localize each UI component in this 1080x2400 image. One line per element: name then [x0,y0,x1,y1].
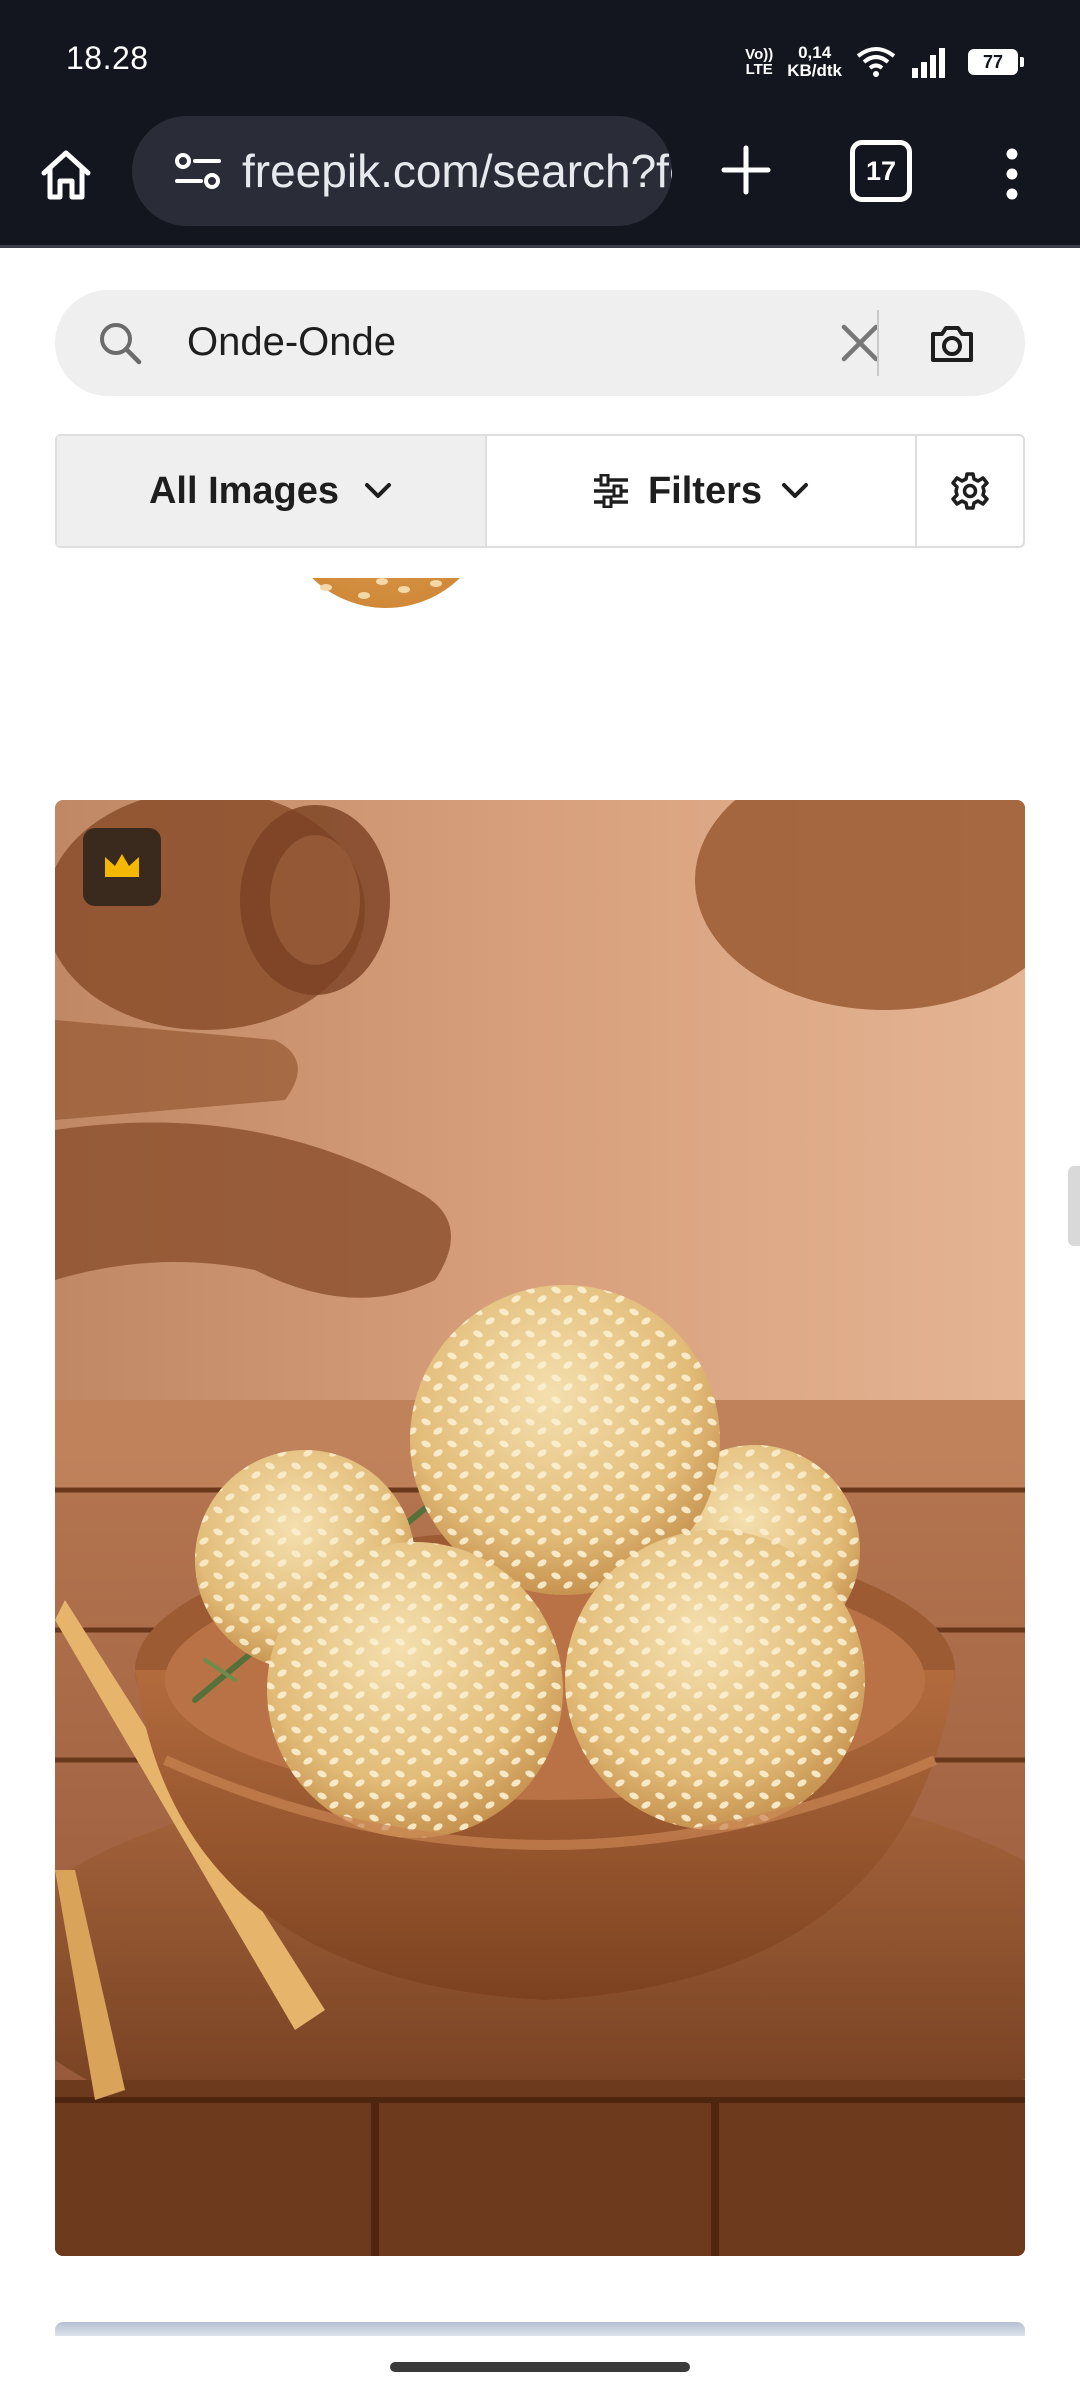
home-icon [41,150,91,200]
premium-badge [83,828,161,906]
tabs-icon[interactable]: 17 [850,140,912,202]
status-bar: 18.28 Vo)) LTE 0,14 KB/dtk 77 [0,0,1080,116]
browser-toolbar: freepik.com/search?fc 17 [0,116,1080,248]
network-speed-value: 0,14 [798,43,832,62]
chevron-down-icon [365,483,392,498]
more-vert-icon[interactable] [990,138,1034,210]
chevron-down-icon [782,483,809,498]
home-button[interactable] [30,138,102,210]
content-type-label: All Images [148,469,340,512]
wifi-icon [856,47,896,77]
lte-label: LTE [745,61,773,78]
next-result-image[interactable] [55,2322,1025,2336]
volte-label: Vo)) [745,46,774,63]
result-image-card[interactable] [55,800,1025,2256]
scrollbar-handle[interactable] [1068,1166,1080,1246]
plus-icon [721,145,771,195]
gear-icon [951,472,989,510]
content-type-dropdown[interactable]: All Images [57,436,487,546]
filters-button[interactable]: Filters [487,436,917,546]
camera-icon[interactable] [927,318,977,368]
previous-result-image[interactable] [280,578,492,608]
sliders-icon [593,474,628,508]
address-bar[interactable]: freepik.com/search?fc [132,116,672,226]
gesture-navigation-bar[interactable] [390,2362,690,2372]
search-icon [100,323,142,365]
settings-button[interactable] [917,436,1023,546]
status-time: 18.28 [66,40,149,76]
battery-icon: 77 [968,49,1024,75]
volte-indicator: Vo)) LTE [745,47,773,77]
network-speed: 0,14 KB/dtk [787,44,842,80]
filter-bar: All Images Filters [55,434,1025,548]
status-indicators: Vo)) LTE 0,14 KB/dtk 77 [745,38,1024,86]
crown-icon [105,854,139,877]
search-divider [877,310,879,376]
search-bar[interactable]: Onde-Onde [55,290,1025,396]
signal-icon [912,48,945,78]
url-text[interactable]: freepik.com/search?fc [242,144,672,198]
new-tab-button[interactable] [710,134,782,206]
search-input[interactable]: Onde-Onde [187,320,396,365]
result-photo [55,800,1025,2256]
network-speed-unit: KB/dtk [787,61,842,80]
filters-label: Filters [647,469,763,512]
site-info-icon[interactable] [174,147,222,195]
